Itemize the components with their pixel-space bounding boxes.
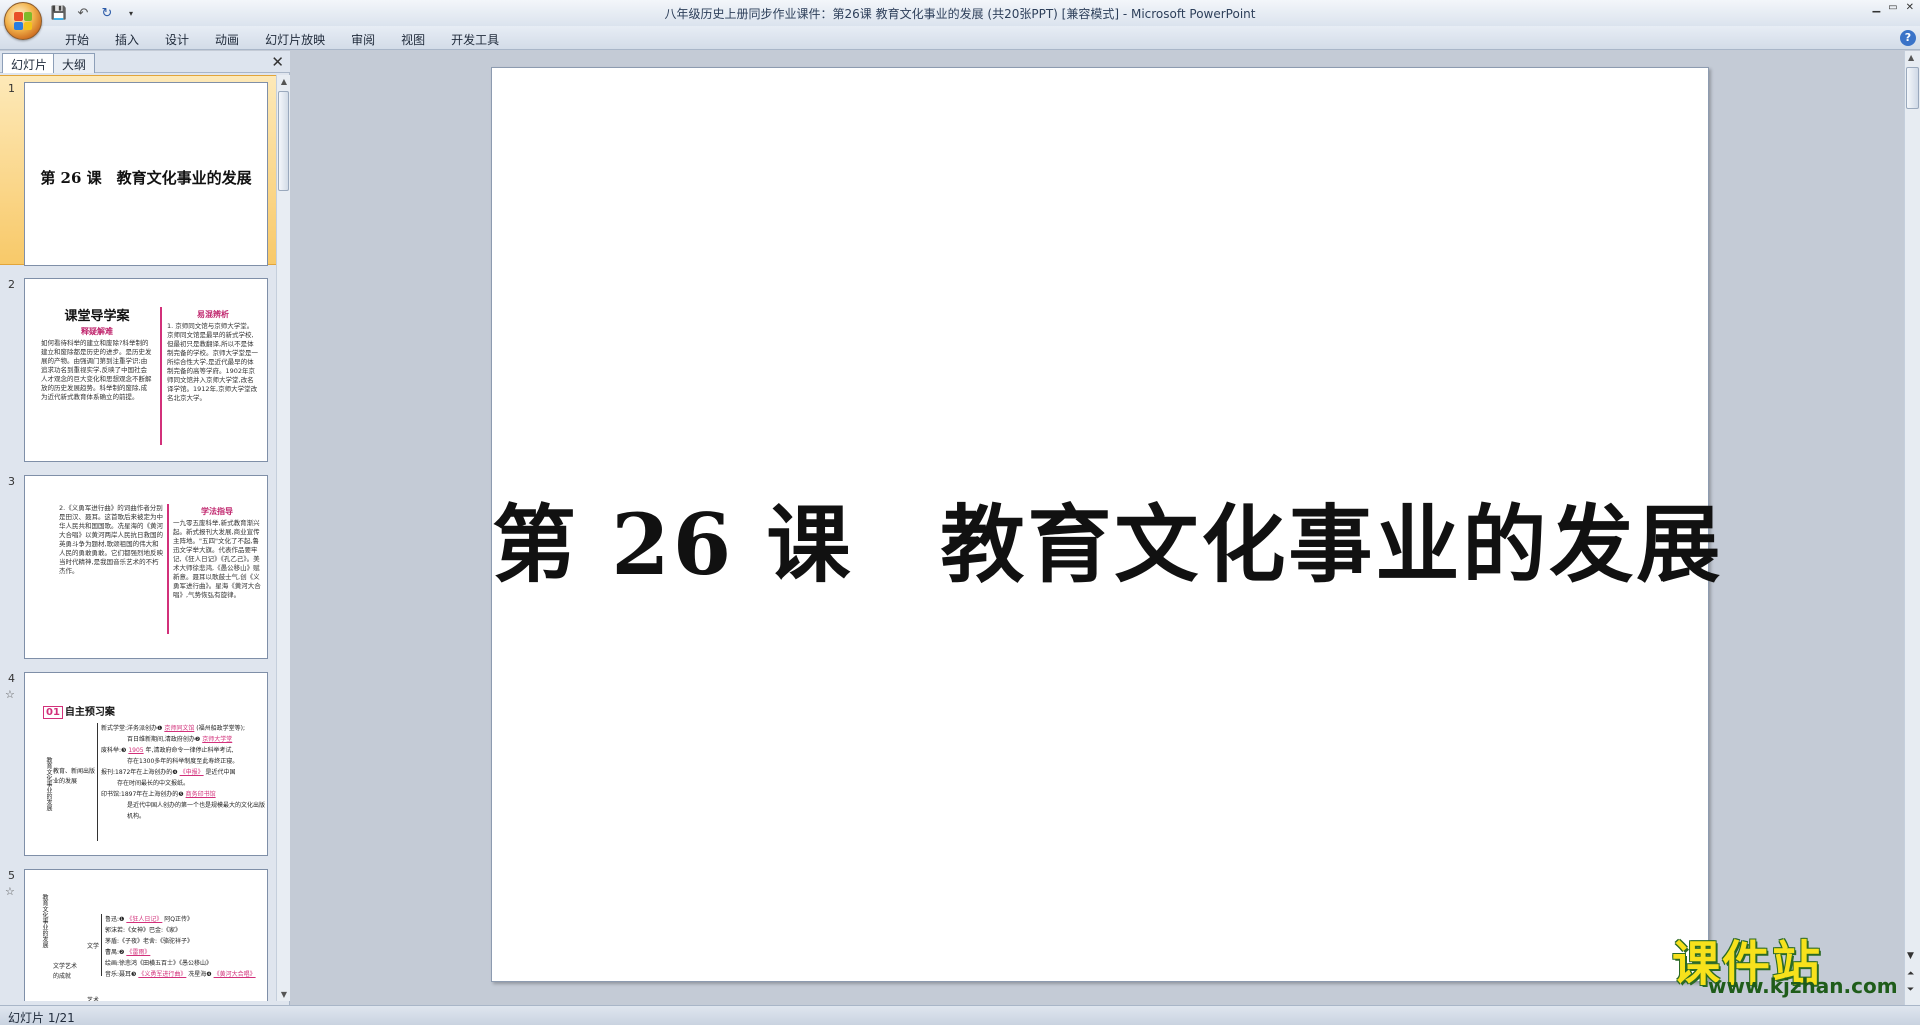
title-bar: 💾 ↶ ↻ ▾ 八年级历史上册同步作业课件：第26课 教育文化事业的发展 (共2… [0, 0, 1920, 26]
thumbnail-title: 第 26 课 教育文化事业的发展 [40, 169, 252, 187]
slide-number: 4 [8, 672, 15, 685]
slide-thumbnail-1[interactable]: 1 第 26 课 教育文化事业的发展 [0, 75, 276, 266]
tab-outline[interactable]: 大纲 [53, 53, 96, 73]
slide-thumbnail-list: 1 第 26 课 教育文化事业的发展 2 课堂导学案 释疑解难 如何看待科举的建… [0, 75, 276, 1001]
tab-review[interactable]: 审阅 [338, 29, 388, 50]
animation-star-icon: ☆ [5, 885, 15, 898]
badge-number: 01 [43, 706, 63, 719]
tab-home[interactable]: 开始 [52, 29, 102, 50]
close-icon[interactable]: ✕ [1906, 2, 1914, 13]
thumbnail-preview[interactable]: 课堂导学案 释疑解难 如何看待科举的建立和废除?科举制的建立和废除都是历史的进步… [24, 278, 268, 462]
animation-star-icon: ☆ [5, 688, 15, 701]
brace [101, 914, 102, 976]
previous-slide-icon[interactable]: ⏶ [1907, 969, 1914, 979]
thumb5-literature-label: 文学 [87, 943, 100, 950]
tab-slides[interactable]: 幻灯片 [2, 53, 57, 73]
thumbnail-preview[interactable]: 01 自主预习案 教育文化事业的发展 教育、新闻出版业的发展 新式学堂:洋务派创办… [24, 672, 268, 856]
thumb5-art-label: 艺术 [87, 997, 100, 1001]
thumb2-heading: 课堂导学案 [64, 309, 130, 324]
scroll-up-icon[interactable]: ▲ [1908, 53, 1914, 62]
ribbon-tabs: 开始 插入 设计 动画 幻灯片放映 审阅 视图 开发工具 [52, 29, 512, 50]
current-slide[interactable]: 第 26 课 教育文化事业的发展 [491, 67, 1720, 982]
thumb3-right-subhead: 学法指导 [201, 507, 233, 516]
thumb4-mid-label: 教育、新闻出版业的发展 [53, 768, 96, 785]
divider [160, 307, 162, 445]
thumb2-left-text: 如何看待科举的建立和废除?科举制的建立和废除都是历史的进步。是历史发展的产物。由… [41, 339, 152, 401]
window-controls: ▁ ▭ ✕ [1872, 2, 1914, 13]
slide-number: 2 [8, 278, 15, 291]
thumb4-lines: 新式学堂:洋务派创办❶ 京师同文馆 (福州船政学堂等); 百日维新期间,清政府创… [101, 725, 266, 820]
scroll-thumb[interactable] [1906, 67, 1919, 109]
office-logo-icon [14, 12, 32, 30]
badge-text: 自主预习案 [64, 707, 115, 718]
scroll-down-icon[interactable]: ▼ [1907, 951, 1914, 961]
thumb2-right-text: 1. 京师同文馆与京师大学堂。京师同文馆是最早的新式学校,但最初只是教翻译,所以… [167, 322, 258, 402]
brace [97, 723, 98, 841]
watermark-url: www.kjzhan.com [1708, 974, 1898, 998]
ribbon: 开始 插入 设计 动画 幻灯片放映 审阅 视图 开发工具 ? [0, 26, 1920, 50]
next-slide-icon[interactable]: ⏷ [1907, 985, 1914, 995]
watermark-logo: 课件站 www.kjzhan.com [1672, 924, 1902, 1000]
slide-title[interactable]: 第 26 课 教育文化事业的发展 [492, 478, 1720, 599]
tab-animations[interactable]: 动画 [202, 29, 252, 50]
editor-scrollbar[interactable]: ▲ ▼ ⏶ ⏷ [1904, 51, 1920, 1005]
scroll-down-icon[interactable]: ▼ [279, 990, 289, 999]
thumb3-right-text: 一九零五废科举,新式教育渐兴起。新式报刊大发展,商业宣传主阵地。"五四"文化了不… [173, 519, 261, 599]
thumb5-side-label: 教育文化事业的发展 [41, 894, 48, 948]
tab-insert[interactable]: 插入 [102, 29, 152, 50]
thumb3-left-text: 2.《义勇军进行曲》的词曲作者分别是田汉、聂耳。这首歌后来被定为中华人民共和国国… [59, 504, 163, 575]
panel-tabs: 幻灯片 大纲 ✕ [0, 51, 290, 73]
window-title: 八年级历史上册同步作业课件：第26课 教育文化事业的发展 (共20张PPT) [… [664, 7, 1256, 21]
thumb2-right-col: 易混辨析 1. 京师同文馆与京师大学堂。京师同文馆是最早的新式学校,但最初只是教… [167, 307, 259, 403]
slide-number: 1 [8, 82, 15, 95]
thumb5-mid-label: 文学艺术的成就 [53, 963, 78, 980]
thumbnail-preview[interactable]: 2.《义勇军进行曲》的词曲作者分别是田汉、聂耳。这首歌后来被定为中华人民共和国国… [24, 475, 268, 659]
thumbnail-preview[interactable]: 第 26 课 教育文化事业的发展 [24, 82, 268, 266]
status-bar: 幻灯片 1/21 [0, 1005, 1920, 1025]
slide-counter: 幻灯片 1/21 [8, 1011, 75, 1025]
slide-thumbnail-5[interactable]: 5 ☆ 教育文化事业的发展 文学艺术的成就 文学 艺术 鲁迅:❶ 《狂人日记》 … [0, 863, 276, 1001]
thumb4-badge: 01 自主预习案 [43, 703, 115, 719]
minimize-icon[interactable]: ▁ [1872, 2, 1880, 13]
thumb3-right-col: 学法指导 一九零五废科举,新式教育渐兴起。新式报刊大发展,商业宣传主阵地。"五四… [173, 504, 261, 600]
slide-number: 3 [8, 475, 15, 488]
thumb2-right-subhead: 易混辨析 [197, 310, 229, 319]
thumbnail-scrollbar[interactable]: ▲ ▼ [276, 75, 290, 1001]
tab-slide-show[interactable]: 幻灯片放映 [252, 29, 338, 50]
office-button[interactable] [4, 2, 42, 40]
scroll-thumb[interactable] [278, 91, 289, 191]
tab-view[interactable]: 视图 [388, 29, 438, 50]
slide-number: 5 [8, 869, 15, 882]
thumb2-left-subhead: 释疑解难 [81, 327, 113, 336]
slide-thumbnail-4[interactable]: 4 ☆ 01 自主预习案 教育文化事业的发展 教育、新闻出版业的发展 新式学堂:洋… [0, 666, 276, 856]
scroll-up-icon[interactable]: ▲ [279, 77, 289, 86]
slide-editor: 第 26 课 教育文化事业的发展 [297, 51, 1901, 1005]
tab-developer[interactable]: 开发工具 [438, 29, 512, 50]
maximize-icon[interactable]: ▭ [1888, 2, 1897, 13]
slide-thumbnail-2[interactable]: 2 课堂导学案 释疑解难 如何看待科举的建立和废除?科举制的建立和废除都是历史的… [0, 272, 276, 462]
help-icon[interactable]: ? [1900, 30, 1916, 46]
slide-thumbnail-3[interactable]: 3 2.《义勇军进行曲》的词曲作者分别是田汉、聂耳。这首歌后来被定为中华人民共和… [0, 469, 276, 659]
divider [167, 504, 169, 634]
thumb2-left-col: 课堂导学案 释疑解难 如何看待科举的建立和废除?科举制的建立和废除都是历史的进步… [41, 305, 153, 402]
tab-design[interactable]: 设计 [152, 29, 202, 50]
slides-panel: 幻灯片 大纲 ✕ 1 第 26 课 教育文化事业的发展 2 课堂导学案 释疑解难… [0, 51, 290, 1005]
close-panel-icon[interactable]: ✕ [271, 53, 284, 71]
thumb5-lines: 鲁迅:❶ 《狂人日记》 阿Q正传》 郭沫若:《女神》巴金:《家》 茅盾:《子夜》… [105, 916, 256, 978]
thumbnail-preview[interactable]: 教育文化事业的发展 文学艺术的成就 文学 艺术 鲁迅:❶ 《狂人日记》 阿Q正传… [24, 869, 268, 1001]
thumb4-side-label: 教育文化事业的发展 [45, 757, 52, 811]
